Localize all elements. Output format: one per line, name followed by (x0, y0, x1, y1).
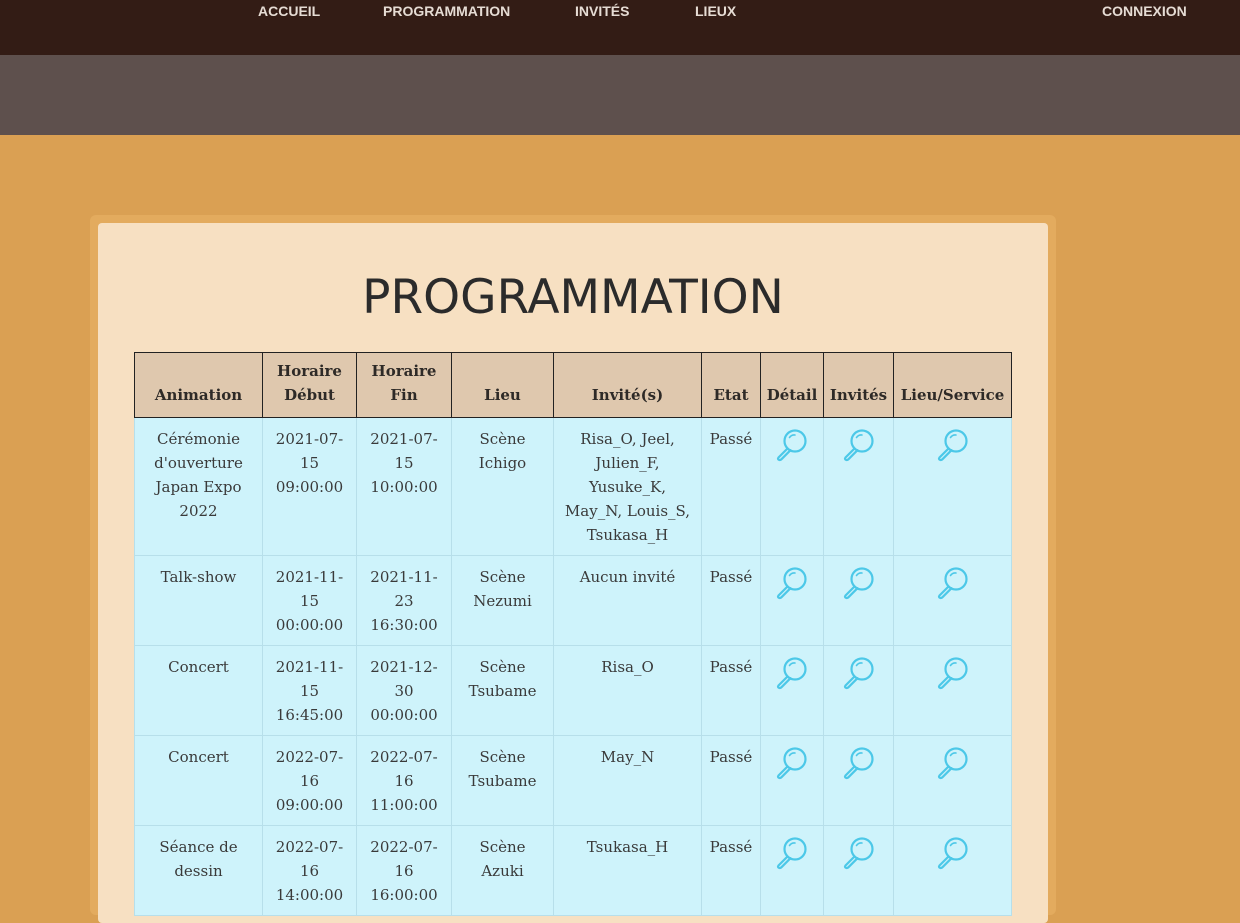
cell-animation: Concert (134, 645, 263, 736)
cell-debut: 2022-07-16 09:00:00 (262, 735, 357, 826)
table-row: Séance de dessin 2022-07-16 14:00:00 202… (134, 825, 1012, 916)
detail-magnifier-icon[interactable] (774, 427, 810, 463)
col-header-fin: Horaire Fin (356, 352, 452, 418)
cell-invites: May_N (553, 735, 702, 826)
nav-accueil[interactable]: ACCUEIL (258, 3, 320, 19)
cell-debut: 2021-07-15 09:00:00 (262, 417, 357, 556)
table-row: Concert 2022-07-16 09:00:00 2022-07-16 1… (134, 735, 1012, 826)
cell-lieu: Scène Azuki (451, 825, 554, 916)
invites-magnifier-icon[interactable] (841, 565, 877, 601)
col-header-debut: Horaire Début (262, 352, 357, 418)
lieu-service-magnifier-icon[interactable] (935, 427, 971, 463)
col-header-invites: Invités (823, 352, 894, 418)
cell-etat: Passé (701, 645, 761, 736)
cell-debut: 2021-11-15 00:00:00 (262, 555, 357, 646)
nav-lieux[interactable]: LIEUX (695, 3, 736, 19)
detail-magnifier-icon[interactable] (774, 565, 810, 601)
invites-magnifier-icon[interactable] (841, 427, 877, 463)
cell-fin: 2021-11-23 16:30:00 (356, 555, 452, 646)
col-header-lieu: Lieu (451, 352, 554, 418)
detail-magnifier-icon[interactable] (774, 655, 810, 691)
invites-magnifier-icon[interactable] (841, 835, 877, 871)
cell-invites: Risa_O (553, 645, 702, 736)
col-header-detail: Détail (760, 352, 824, 418)
cell-animation: Séance de dessin (134, 825, 263, 916)
table-row: Cérémonie d'ouverture Japan Expo 2022 20… (134, 417, 1012, 556)
programme-table: Animation Horaire Début Horaire Fin Lieu… (134, 352, 1012, 916)
cell-fin: 2022-07-16 16:00:00 (356, 825, 452, 916)
col-header-lieu-service: Lieu/Service (893, 352, 1012, 418)
page-title: PROGRAMMATION (362, 270, 784, 325)
nav-programmation[interactable]: PROGRAMMATION (383, 3, 510, 19)
cell-debut: 2021-11-15 16:45:00 (262, 645, 357, 736)
cell-invites: Aucun invité (553, 555, 702, 646)
cell-etat: Passé (701, 555, 761, 646)
col-header-invites-list: Invité(s) (553, 352, 702, 418)
cell-animation: Cérémonie d'ouverture Japan Expo 2022 (134, 417, 263, 556)
detail-magnifier-icon[interactable] (774, 745, 810, 781)
cell-etat: Passé (701, 417, 761, 556)
nav-connexion[interactable]: CONNEXION (1102, 3, 1187, 19)
cell-animation: Concert (134, 735, 263, 826)
table-header-row: Animation Horaire Début Horaire Fin Lieu… (134, 352, 1012, 418)
cell-lieu: Scène Tsubame (451, 735, 554, 826)
col-header-etat: Etat (701, 352, 761, 418)
lieu-service-magnifier-icon[interactable] (935, 565, 971, 601)
invites-magnifier-icon[interactable] (841, 745, 877, 781)
cell-lieu: Scène Nezumi (451, 555, 554, 646)
lieu-service-magnifier-icon[interactable] (935, 655, 971, 691)
cell-debut: 2022-07-16 14:00:00 (262, 825, 357, 916)
cell-fin: 2022-07-16 11:00:00 (356, 735, 452, 826)
cell-animation: Talk-show (134, 555, 263, 646)
detail-magnifier-icon[interactable] (774, 835, 810, 871)
cell-etat: Passé (701, 825, 761, 916)
top-nav: ACCUEIL PROGRAMMATION INVITÉS LIEUX CONN… (0, 0, 1240, 55)
cell-lieu: Scène Tsubame (451, 645, 554, 736)
cell-invites: Risa_O, Jeel, Julien_F, Yusuke_K, May_N,… (553, 417, 702, 556)
cell-fin: 2021-12-30 00:00:00 (356, 645, 452, 736)
table-row: Concert 2021-11-15 16:45:00 2021-12-30 0… (134, 645, 1012, 736)
table-row: Talk-show 2021-11-15 00:00:00 2021-11-23… (134, 555, 1012, 646)
nav-invites[interactable]: INVITÉS (575, 3, 629, 19)
lieu-service-magnifier-icon[interactable] (935, 835, 971, 871)
cell-etat: Passé (701, 735, 761, 826)
cell-invites: Tsukasa_H (553, 825, 702, 916)
cell-fin: 2021-07-15 10:00:00 (356, 417, 452, 556)
cell-lieu: Scène Ichigo (451, 417, 554, 556)
col-header-animation: Animation (134, 352, 263, 418)
banner (0, 55, 1240, 135)
invites-magnifier-icon[interactable] (841, 655, 877, 691)
lieu-service-magnifier-icon[interactable] (935, 745, 971, 781)
